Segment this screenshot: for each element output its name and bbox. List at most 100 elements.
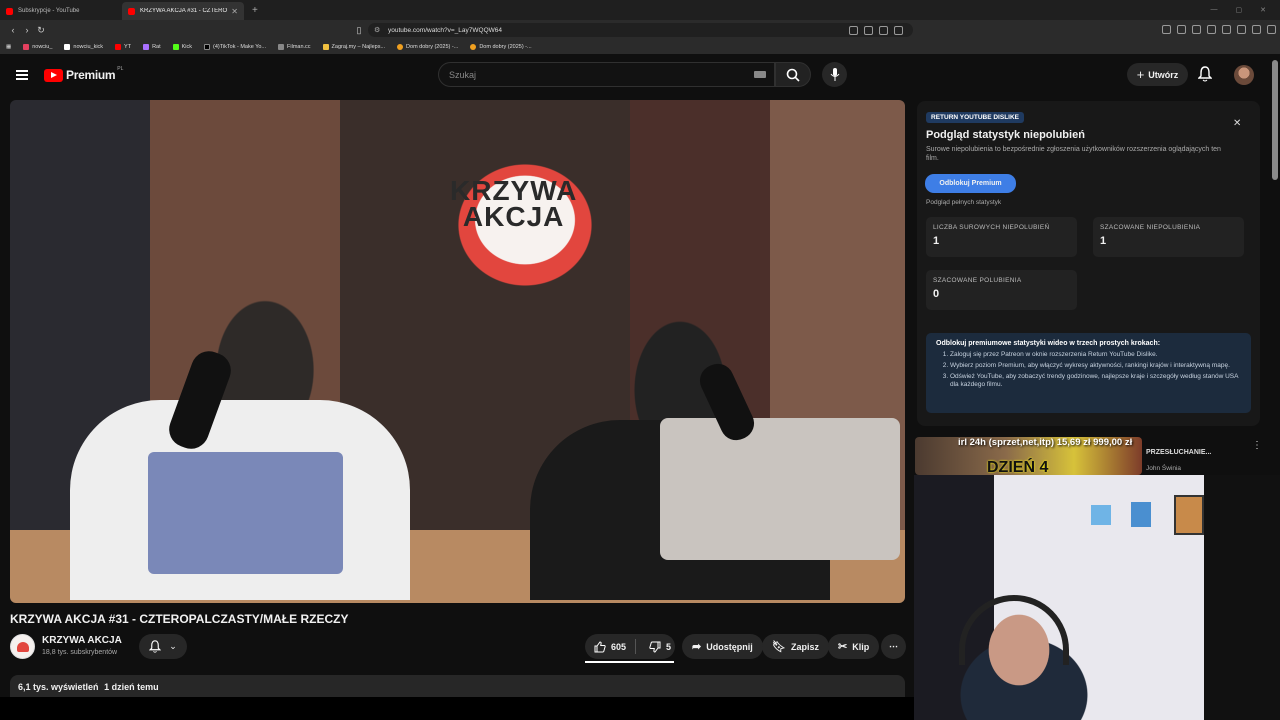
ryd-step: Zaloguj się przez Patreon w oknie rozsze… [950, 351, 1241, 359]
description-box[interactable]: 6,1 tys. wyświetleń 1 dzień temu [10, 675, 905, 697]
like-dislike-bar: 605 5 [585, 634, 675, 659]
more-vertical-icon[interactable]: ⋮ [1252, 440, 1262, 451]
subscription-bell-button[interactable]: ⌄ [139, 634, 187, 659]
save-button[interactable]: 🔖︎ Zapisz [762, 634, 829, 659]
share-button[interactable]: ➦ Udostępnij [682, 634, 763, 659]
stat-card: SZACOWANE NIEPOLUBIENIA 1 [1093, 217, 1244, 257]
share-icon: ➦ [692, 641, 702, 653]
ryd-description: Surowe niepolubienia to bezpośrednie zgł… [926, 146, 1221, 162]
extension-icon[interactable] [1177, 25, 1186, 34]
bookmark-item[interactable]: Kick [172, 44, 192, 50]
menu-icon[interactable] [1267, 25, 1276, 34]
search-icon [786, 68, 800, 82]
ryd-steps: Odblokuj premiumowe statystyki wideo w t… [926, 333, 1251, 413]
maximize-icon[interactable]: ▢ [1236, 6, 1243, 14]
new-tab-icon[interactable]: + [252, 5, 258, 16]
extension-icon[interactable] [1192, 25, 1201, 34]
close-window-icon[interactable]: ✕ [1260, 6, 1266, 14]
youtube-premium-logo[interactable]: Premium PL [44, 66, 123, 82]
site-info-icon[interactable]: ⚙ [374, 26, 380, 34]
ryd-title: Podgląd statystyk niepolubień [926, 129, 1085, 141]
bookmark-item[interactable]: Rat [143, 44, 161, 50]
cast-icon[interactable] [864, 26, 873, 35]
chevron-down-icon: ⌄ [169, 641, 177, 651]
channel-avatar[interactable] [10, 634, 35, 659]
youtube-favicon-icon [128, 7, 135, 15]
wall-poster [1091, 505, 1111, 525]
notifications-button[interactable] [1197, 66, 1213, 87]
bookmark-item[interactable]: (4)TikTok - Make Yo... [204, 44, 266, 50]
thumbs-down-icon [649, 641, 661, 653]
extension-icon[interactable] [1222, 25, 1231, 34]
media-icon[interactable] [1237, 25, 1246, 34]
browser-tab-active[interactable]: KRZYWA AKCJA #31 - CZTERO ✕ [122, 2, 244, 20]
address-bar-row: ‹ › ↻ ▯ ⚙ youtube.com/watch?v=_Lay7WQQW6… [0, 20, 1280, 40]
search-input[interactable]: Szukaj [438, 62, 775, 87]
more-horizontal-icon: ⋯ [889, 641, 898, 651]
video-heart-logo: KRZYWA AKCJA [450, 175, 578, 232]
browser-tab[interactable]: Subskrypcje - YouTube [0, 2, 122, 20]
keyboard-icon[interactable] [754, 71, 766, 78]
page-scrollbar[interactable] [1272, 60, 1278, 180]
scissors-icon: ✂ [838, 641, 848, 653]
search-button[interactable] [775, 62, 811, 87]
tab-label: Subskrypcje - YouTube [18, 8, 80, 14]
bookmark-item[interactable]: Dom dobry (2025) -... [470, 44, 532, 50]
bookmark-item[interactable]: YT [115, 44, 131, 50]
bookmark-page-icon[interactable]: ▯ [352, 25, 366, 36]
video-scene [660, 418, 900, 560]
back-icon[interactable]: ‹ [6, 25, 20, 35]
ryd-subtitle: Podgląd pełnych statystyk [926, 199, 1002, 206]
url-field[interactable]: ⚙ youtube.com/watch?v=_Lay7WQQW64 [368, 23, 913, 37]
ryd-panel: RETURN YOUTUBE DISLIKE ✕ Podgląd statyst… [917, 101, 1260, 426]
dislike-button[interactable]: 5 [641, 641, 679, 653]
clip-button[interactable]: ✂ Klip [828, 634, 880, 659]
unlock-premium-button[interactable]: Odblokuj Premium [925, 174, 1016, 193]
apps-icon[interactable]: ▦ [6, 44, 11, 50]
extension-icon[interactable] [1162, 25, 1171, 34]
plus-icon: + [1136, 67, 1145, 82]
ryd-step: Wybierz poziom Premium, aby włączyć wykr… [950, 362, 1241, 370]
bookmark-item[interactable]: nowciu_ [23, 44, 52, 50]
thumbs-up-icon [594, 640, 606, 652]
bookmarks-bar: ▦ nowciu_ nowciu_kick YT Rat Kick (4)Tik… [0, 40, 1280, 54]
view-count: 6,1 tys. wyświetleń [18, 682, 99, 692]
tab-label: KRZYWA AKCJA #31 - CZTERO [140, 8, 228, 14]
extension-icon[interactable] [1207, 25, 1216, 34]
profile-icon[interactable] [1252, 25, 1261, 34]
video-player[interactable]: KRZYWA AKCJA [10, 100, 905, 603]
microphone-icon [830, 68, 839, 81]
subscriber-count: 18,8 tys. subskrybentów [42, 649, 118, 656]
youtube-header: Premium PL Szukaj + Utwórz [0, 56, 1280, 94]
create-button[interactable]: + Utwórz [1127, 63, 1188, 86]
window-controls: — ▢ ✕ [1211, 6, 1280, 14]
hamburger-menu-icon[interactable] [16, 70, 28, 80]
extensions-area [1162, 25, 1276, 34]
bookmark-item[interactable]: Filman.cc [278, 44, 311, 50]
voice-search-button[interactable] [822, 62, 847, 87]
more-actions-button[interactable]: ⋯ [881, 634, 906, 659]
close-tab-icon[interactable]: ✕ [231, 7, 238, 16]
channel-name[interactable]: KRZYWA AKCJA [42, 635, 122, 646]
bookmark-item[interactable]: Dom dobry (2025) -... [397, 44, 458, 50]
close-icon[interactable]: ✕ [1233, 118, 1241, 129]
star-icon[interactable] [894, 26, 903, 35]
recommended-title: PRZESŁUCHANIE... [1146, 449, 1212, 456]
youtube-play-icon [44, 68, 63, 82]
minimize-icon[interactable]: — [1211, 6, 1218, 14]
zoom-icon[interactable] [849, 26, 858, 35]
forward-icon[interactable]: › [20, 25, 34, 35]
user-avatar[interactable] [1234, 65, 1254, 85]
like-button[interactable]: 605 [585, 639, 637, 654]
share-icon[interactable] [879, 26, 888, 35]
bell-icon [149, 640, 162, 653]
wall-poster [1174, 495, 1204, 535]
bookmark-item[interactable]: nowciu_kick [64, 44, 103, 50]
stat-card: LICZBA SUROWYCH NIEPOLUBIEŃ 1 [926, 217, 1077, 257]
wall-poster [1131, 502, 1151, 527]
reload-icon[interactable]: ↻ [34, 25, 48, 36]
bookmark-icon: 🔖︎ [772, 641, 786, 653]
recommended-video[interactable]: DZIEŃ 4 irl 24h (sprzet,net,itp) 15,69 z… [914, 435, 1262, 475]
stream-goal-overlay: irl 24h (sprzet,net,itp) 15,69 zł 999,00… [958, 437, 1133, 448]
bookmark-item[interactable]: Zagraj.my – Najleps... [322, 44, 385, 50]
